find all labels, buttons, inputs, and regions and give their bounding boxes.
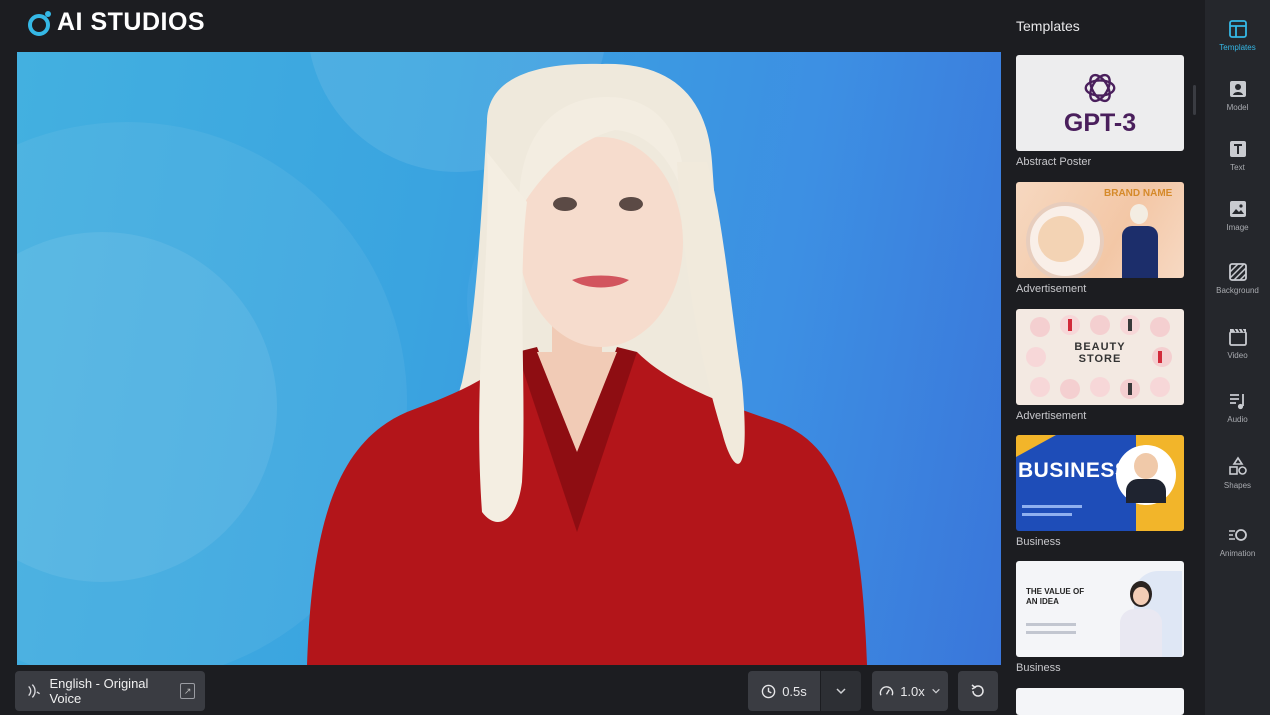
rail-item-video[interactable]: Video <box>1205 326 1270 360</box>
video-canvas[interactable] <box>17 52 1001 665</box>
logo-icon <box>28 10 51 36</box>
template-thumbnail[interactable] <box>1016 688 1184 715</box>
rail-item-animation[interactable]: Animation <box>1205 524 1270 558</box>
template-label: Business <box>1016 536 1061 548</box>
pause-value: 0.5s <box>782 683 807 699</box>
rail-label: Model <box>1226 103 1249 112</box>
avatar <box>1120 609 1162 657</box>
chevron-down-icon <box>836 688 846 695</box>
speed-value: 1.0x <box>900 683 925 699</box>
text-line <box>1026 631 1076 634</box>
templates-icon <box>1228 20 1247 38</box>
template-card[interactable]: BRAND NAME Advertisement <box>1016 182 1186 295</box>
scrollbar[interactable] <box>1193 85 1196 115</box>
template-label: Abstract Poster <box>1016 156 1092 168</box>
ai-avatar[interactable] <box>17 52 1001 665</box>
rail-item-model[interactable]: Model <box>1205 78 1270 112</box>
rail-label: Image <box>1226 223 1249 232</box>
thumbnail-title: THE VALUE OF AN IDEA <box>1026 587 1085 606</box>
text-icon <box>1229 141 1246 157</box>
rail-label: Audio <box>1227 415 1248 424</box>
rail-item-templates[interactable]: Templates <box>1205 18 1270 52</box>
template-label: Business <box>1016 662 1061 674</box>
rotate-ccw-icon <box>971 684 984 697</box>
avatar <box>1134 453 1158 479</box>
rail-label: Video <box>1227 351 1248 360</box>
template-label: Advertisement <box>1016 410 1087 422</box>
text-line <box>1022 513 1072 516</box>
template-card[interactable]: GPT-3 Abstract Poster <box>1016 55 1186 168</box>
tool-rail: Templates Model Text Image Background Vi… <box>1205 0 1270 715</box>
bottom-toolbar: English - Original Voice ↗ 0.5s 1.0x <box>0 665 1003 715</box>
thumbnail-title: BEAUTY STORE <box>1074 341 1126 365</box>
speedometer-icon <box>879 685 894 696</box>
template-thumbnail[interactable]: THE VALUE OF AN IDEA <box>1016 561 1184 657</box>
text-line <box>1022 505 1082 508</box>
avatar <box>1130 204 1148 224</box>
rail-label: Shapes <box>1223 481 1252 490</box>
template-card[interactable]: THE VALUE OF AN IDEA Business <box>1016 561 1186 674</box>
clock-icon <box>761 684 776 698</box>
audio-icon <box>1229 394 1244 410</box>
product-image <box>1038 216 1084 262</box>
thumbnail-title: GPT-3 <box>1063 108 1137 137</box>
template-thumbnail[interactable]: BEAUTY STORE <box>1016 309 1184 405</box>
pause-dropdown-button[interactable] <box>821 671 861 711</box>
voice-label: English - Original Voice <box>49 676 149 706</box>
template-card[interactable]: BEAUTY STORE Advertisement <box>1016 309 1186 422</box>
model-icon <box>1229 81 1246 97</box>
template-thumbnail[interactable]: GPT-3 <box>1016 55 1184 151</box>
app-logo[interactable]: AI STUDIOS <box>27 8 205 37</box>
template-label: Advertisement <box>1016 283 1087 295</box>
rail-item-text[interactable]: Text <box>1205 138 1270 172</box>
background-icon <box>1228 263 1247 281</box>
openai-logo-icon <box>1084 73 1116 102</box>
template-card[interactable] <box>1016 688 1186 715</box>
template-thumbnail[interactable]: BUSINESS <box>1016 435 1184 531</box>
shapes-icon <box>1228 456 1247 475</box>
external-link-icon[interactable]: ↗ <box>180 683 195 699</box>
chevron-down-icon <box>932 688 940 694</box>
rail-label: Text <box>1230 163 1245 172</box>
template-thumbnail[interactable]: BRAND NAME <box>1016 182 1184 278</box>
rail-label: Animation <box>1219 549 1256 558</box>
animation-icon <box>1228 529 1247 541</box>
decor-shape <box>1016 435 1056 457</box>
panel-title: Templates <box>1016 18 1080 34</box>
top-bar: AI STUDIOS <box>0 0 1003 52</box>
templates-panel: Templates GPT-3 Abstract Poster BRAND NA… <box>1003 0 1204 715</box>
avatar <box>1126 479 1166 503</box>
avatar <box>1122 226 1158 278</box>
image-icon <box>1229 201 1246 217</box>
avatar <box>1133 587 1149 605</box>
pause-control: 0.5s <box>748 671 861 711</box>
rail-item-shapes[interactable]: Shapes <box>1205 456 1270 490</box>
template-card[interactable]: BUSINESS Business <box>1016 435 1186 548</box>
rail-item-background[interactable]: Background <box>1205 261 1270 295</box>
reset-button[interactable] <box>958 671 998 711</box>
rail-label: Background <box>1216 286 1259 295</box>
pause-button[interactable]: 0.5s <box>748 671 820 711</box>
voice-icon <box>28 684 40 698</box>
voice-selector-button[interactable]: English - Original Voice ↗ <box>15 671 205 711</box>
thumbnail-title: BUSINESS <box>1018 459 1130 482</box>
video-icon <box>1228 328 1247 346</box>
rail-item-image[interactable]: Image <box>1205 198 1270 232</box>
speed-selector[interactable]: 1.0x <box>872 671 948 711</box>
rail-label: Templates <box>1219 43 1256 52</box>
text-line <box>1026 623 1076 626</box>
app-name: AI STUDIOS <box>57 8 206 36</box>
rail-item-audio[interactable]: Audio <box>1205 390 1270 424</box>
thumbnail-title: BRAND NAME <box>1104 188 1173 199</box>
